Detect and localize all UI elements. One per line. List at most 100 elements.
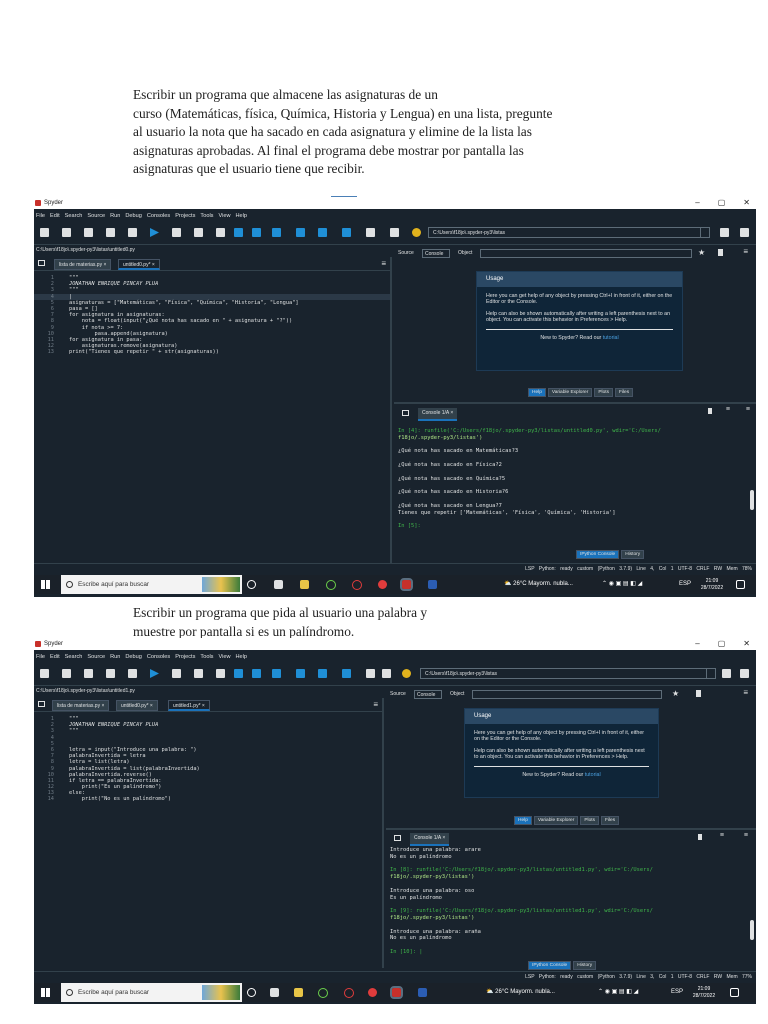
continue-icon[interactable]: [318, 228, 327, 237]
taskbar-search[interactable]: Escribe aquí para buscar: [61, 983, 242, 1002]
windows-start-icon[interactable]: [41, 580, 50, 589]
lock-icon[interactable]: ★: [698, 248, 705, 257]
tab-plots[interactable]: Plots: [580, 816, 599, 825]
app-green-icon[interactable]: [326, 580, 336, 590]
open-file-icon[interactable]: [62, 669, 71, 678]
working-directory-input[interactable]: C:\Users\f18jo\.spyder-py3\listas: [428, 227, 710, 238]
tab-untitled0[interactable]: untitled0.py* ×: [116, 700, 158, 711]
console-scrollbar[interactable]: [750, 490, 754, 510]
tab-help[interactable]: Help: [528, 388, 546, 397]
tab-files[interactable]: Files: [615, 388, 634, 397]
run-icon[interactable]: [150, 669, 159, 678]
maximize-button[interactable]: ▢: [718, 639, 726, 648]
menu-projects[interactable]: Projects: [175, 654, 195, 660]
tab-variable-explorer[interactable]: Variable Explorer: [533, 816, 579, 825]
minimize-button[interactable]: –: [695, 198, 699, 207]
run-selection-icon[interactable]: [216, 669, 225, 678]
save-all-icon[interactable]: [106, 669, 115, 678]
options-menu-icon[interactable]: ≡: [381, 259, 386, 268]
run-cell-advance-icon[interactable]: [194, 228, 203, 237]
stop-icon[interactable]: [342, 228, 351, 237]
new-file-icon[interactable]: [40, 228, 49, 237]
close-button[interactable]: ✕: [743, 639, 750, 648]
interrupt-icon[interactable]: [698, 834, 702, 840]
step-return-icon[interactable]: [296, 228, 305, 237]
tutorial-link[interactable]: tutorial: [585, 772, 601, 778]
browse-tabs-icon[interactable]: [38, 260, 45, 266]
menu-run[interactable]: Run: [110, 213, 120, 219]
continue-icon[interactable]: [318, 669, 327, 678]
menu-consoles[interactable]: Consoles: [147, 213, 170, 219]
app-green-icon[interactable]: [318, 988, 328, 998]
step-into-icon[interactable]: [272, 228, 281, 237]
browse-tabs-icon[interactable]: [394, 835, 401, 841]
clock[interactable]: 21:09 28/7/2022: [698, 578, 726, 591]
save-icon[interactable]: [84, 669, 93, 678]
windows-start-icon[interactable]: [41, 988, 50, 997]
browse-tabs-icon[interactable]: [402, 410, 409, 416]
clock[interactable]: 21:09 28/7/2022: [690, 986, 718, 999]
step-return-icon[interactable]: [296, 669, 305, 678]
file-explorer-icon[interactable]: [300, 580, 309, 589]
python-path-icon[interactable]: [412, 228, 421, 237]
cortana-icon[interactable]: [247, 988, 256, 997]
console-output[interactable]: Introduce una palabra: arare No es un pal…: [390, 847, 746, 956]
object-input[interactable]: [480, 249, 692, 258]
debug-icon[interactable]: [234, 669, 243, 678]
menu-debug[interactable]: Debug: [125, 213, 141, 219]
console-scrollbar[interactable]: [750, 920, 754, 940]
options-menu-icon[interactable]: ≡: [373, 700, 378, 709]
maximize-pane-icon[interactable]: [366, 228, 375, 237]
tab-lista-de-materias[interactable]: lista de materias.py ×: [54, 259, 112, 270]
options-menu-icon[interactable]: ≡: [746, 406, 750, 413]
save-all-icon[interactable]: [106, 228, 115, 237]
parent-directory-icon[interactable]: [740, 228, 749, 237]
interrupt-icon[interactable]: [708, 408, 712, 414]
stop-icon[interactable]: [342, 669, 351, 678]
save-icon[interactable]: [718, 249, 723, 256]
menu-consoles[interactable]: Consoles: [147, 654, 170, 660]
notifications-icon[interactable]: [730, 988, 739, 997]
notifications-icon[interactable]: [736, 580, 745, 589]
folder-icon[interactable]: [720, 228, 729, 237]
file-explorer-icon[interactable]: [294, 988, 303, 997]
menu-search[interactable]: Search: [65, 654, 83, 660]
source-select[interactable]: Console: [414, 690, 442, 699]
menu-edit[interactable]: Edit: [50, 213, 60, 219]
spyder-taskbar-icon[interactable]: [400, 578, 413, 591]
word-icon[interactable]: [428, 580, 437, 589]
run-cell-icon[interactable]: [172, 228, 181, 237]
code-area[interactable]: 1 """ 2 JONATHAN ENRIQUE PINCAY PLUA 3 """ 4 | 5…: [34, 275, 390, 355]
word-icon[interactable]: [418, 988, 427, 997]
tab-untitled0[interactable]: untitled0.py* ×: [118, 259, 160, 270]
preferences-icon[interactable]: [128, 228, 137, 237]
menu-view[interactable]: View: [218, 213, 230, 219]
tutorial-link[interactable]: tutorial: [603, 335, 619, 341]
chevron-down-icon[interactable]: [706, 669, 715, 678]
new-file-icon[interactable]: [40, 669, 49, 678]
tab-help[interactable]: Help: [514, 816, 532, 825]
run-selection-icon[interactable]: [216, 228, 225, 237]
wrench-icon[interactable]: [390, 228, 399, 237]
source-select[interactable]: Console: [422, 249, 450, 258]
task-view-icon[interactable]: [274, 580, 283, 589]
tab-untitled1[interactable]: untitled1.py* ×: [168, 700, 210, 711]
lock-icon[interactable]: ★: [672, 689, 679, 698]
settings-icon[interactable]: ≡: [726, 406, 730, 413]
step-icon[interactable]: [252, 228, 261, 237]
maximize-pane-icon[interactable]: [366, 669, 375, 678]
language-indicator[interactable]: ESP: [679, 575, 691, 594]
run-icon[interactable]: [150, 228, 159, 237]
save-icon[interactable]: [84, 228, 93, 237]
minimize-button[interactable]: –: [695, 639, 699, 648]
python-path-icon[interactable]: [402, 669, 411, 678]
tab-history[interactable]: History: [621, 550, 645, 559]
menu-view[interactable]: View: [218, 654, 230, 660]
tab-console-1[interactable]: Console 1/A ×: [410, 833, 450, 846]
tab-files[interactable]: Files: [601, 816, 620, 825]
step-icon[interactable]: [252, 669, 261, 678]
browse-tabs-icon[interactable]: [38, 701, 45, 707]
code-area[interactable]: 1 """ 2 JONATHAN ENRIQUE PINCAY PLUA 3 """ 4 5 6…: [34, 716, 382, 803]
menu-tools[interactable]: Tools: [200, 654, 213, 660]
tab-variable-explorer[interactable]: Variable Explorer: [547, 388, 593, 397]
